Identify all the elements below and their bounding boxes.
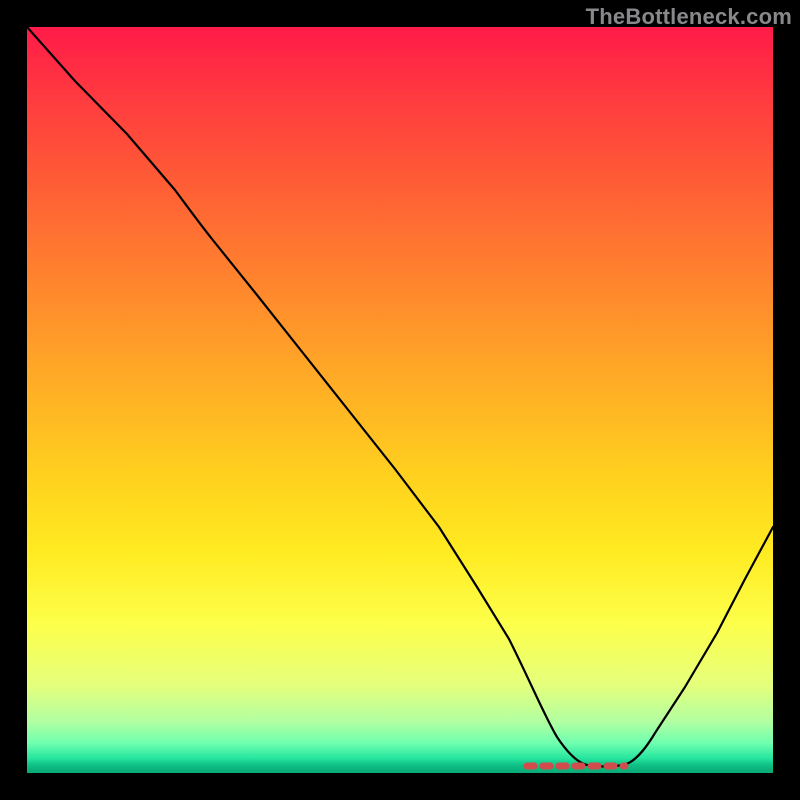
chart-container: TheBottleneck.com bbox=[0, 0, 800, 800]
optimal-marker bbox=[27, 27, 773, 773]
plot-area bbox=[27, 27, 773, 773]
watermark-text: TheBottleneck.com bbox=[586, 4, 792, 30]
